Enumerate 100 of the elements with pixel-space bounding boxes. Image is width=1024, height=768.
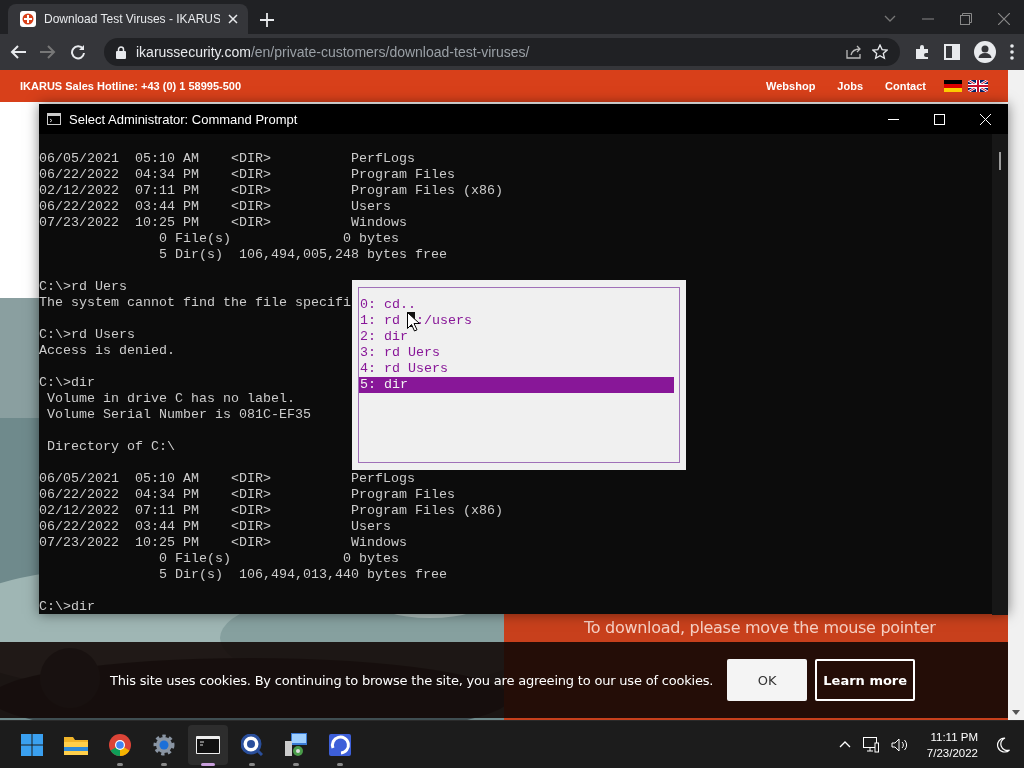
maximize-icon	[933, 113, 945, 125]
scroll-down-icon	[1012, 710, 1020, 715]
arc-icon	[329, 733, 351, 756]
reload-button[interactable]	[70, 44, 86, 60]
chevron-up-icon	[838, 741, 851, 748]
close-tab-button[interactable]	[228, 14, 238, 24]
scrollbar[interactable]	[992, 134, 1008, 615]
browser-tab[interactable]: Download Test Viruses - IKARUS	[8, 4, 248, 34]
console-line: C:\>dir	[39, 599, 95, 615]
clock[interactable]: 11:11 PM 7/23/2022	[920, 728, 984, 761]
taskbar-button[interactable]	[188, 724, 228, 765]
nav-link[interactable]: Jobs	[837, 80, 864, 92]
history-item[interactable]: 0: cd..	[359, 297, 674, 313]
console-line: 07/23/2022 10:25 PM <DIR> Windows	[39, 535, 407, 551]
windows-logo-icon	[21, 733, 43, 756]
address-bar[interactable]: ikarussecurity.com/en/private-customers/download-test-viruses/	[104, 38, 900, 66]
reload-icon	[70, 44, 86, 60]
menu-icon	[1010, 44, 1014, 60]
back-button[interactable]	[10, 45, 26, 59]
forward-arrow-icon	[40, 45, 56, 59]
magnifier-icon	[241, 733, 263, 756]
console-line: C:\>dir	[39, 375, 95, 391]
console-line: Access is denied.	[39, 343, 175, 359]
nav-link[interactable]: Webshop	[766, 80, 816, 92]
console-line: 06/05/2021 05:10 AM <DIR> PerfLogs	[39, 471, 415, 487]
plus-icon	[260, 13, 274, 27]
console-line: 06/22/2022 04:34 PM <DIR> Program Files	[39, 167, 455, 183]
monitor-icon	[862, 736, 879, 753]
restore-icon	[960, 13, 972, 25]
clock-time: 11:11 PM	[930, 729, 978, 745]
close-icon	[979, 113, 991, 125]
extensions-button[interactable]	[914, 44, 930, 60]
puzzle-icon	[914, 44, 930, 60]
history-item[interactable]: 5: dir	[359, 377, 674, 393]
history-item[interactable]: 2: dir	[359, 329, 674, 345]
console-line: 5 Dir(s) 106,494,005,248 bytes free	[157, 247, 447, 263]
person-icon	[974, 41, 996, 63]
console-line: 06/22/2022 03:44 PM <DIR> Users	[39, 199, 391, 215]
share-button[interactable]	[846, 45, 862, 59]
console-line: 0 File(s) 0 bytes	[157, 551, 399, 567]
profile-button[interactable]	[974, 41, 996, 63]
uk-flag-icon[interactable]	[968, 80, 988, 92]
close-icon	[228, 14, 238, 24]
hotline-text: IKARUS Sales Hotline: +43 (0) 1 58995-500	[20, 80, 242, 92]
notifications-button[interactable]	[996, 736, 1010, 753]
history-item[interactable]: 4: rd Users	[359, 361, 674, 377]
console-line: 02/12/2022 07:11 PM <DIR> Program Files (x86)	[39, 503, 503, 519]
terminal-icon	[196, 735, 220, 754]
panel-text: To download, please move the mouse pointer	[584, 618, 937, 637]
console-line: 06/22/2022 03:44 PM <DIR> Users	[39, 519, 391, 535]
close-window-button[interactable]	[998, 13, 1010, 25]
bookmark-button[interactable]	[872, 44, 888, 60]
forward-button[interactable]	[40, 45, 56, 59]
close-icon	[998, 13, 1010, 25]
nav-link[interactable]: Contact	[885, 80, 926, 92]
history-item[interactable]: 1: rd :/users	[359, 313, 674, 329]
restore-button[interactable]	[960, 13, 972, 25]
star-icon	[872, 44, 888, 60]
console-line: 07/23/2022 10:25 PM <DIR> Windows	[39, 215, 407, 231]
scrollbar-thumb[interactable]	[999, 152, 1001, 170]
computer-icon	[285, 732, 307, 757]
page-scrollbar[interactable]	[1008, 70, 1024, 720]
console-line: 06/22/2022 04:34 PM <DIR> Program Files	[39, 487, 455, 503]
minimize-icon	[922, 18, 934, 20]
speaker-icon	[890, 737, 909, 752]
console-icon	[47, 113, 61, 125]
console-line: C:\>rd Users	[39, 327, 135, 343]
minimize-icon	[887, 118, 899, 120]
network-button[interactable]	[862, 736, 879, 753]
shield-logo-icon	[20, 11, 36, 27]
url-text: ikarussecurity.com/en/private-customers/download-test-viruses/	[136, 44, 531, 60]
cookie-message: This site uses cookies. By continuing to browse the site, you are agreeing to our use of cookies.	[110, 672, 714, 688]
console-line: The system cannot find the file specifi	[39, 295, 351, 311]
new-tab-button[interactable]	[260, 13, 274, 27]
menu-button[interactable]	[1010, 44, 1014, 60]
clock-date: 7/23/2022	[926, 745, 978, 761]
tab-search-button[interactable]	[884, 15, 896, 23]
browser-icon	[109, 733, 131, 756]
window-title: Select Administrator: Command Prompt	[69, 111, 299, 127]
lock-icon	[116, 45, 126, 59]
console-line: 0 File(s) 0 bytes	[157, 231, 399, 247]
history-item[interactable]: 3: rd Uers	[359, 345, 674, 361]
ok-button[interactable]: OK	[727, 659, 808, 701]
gear-icon	[153, 733, 175, 756]
folder-icon	[64, 734, 88, 755]
mouse-pointer-icon	[407, 312, 420, 332]
moon-icon	[996, 736, 1010, 753]
share-icon	[846, 45, 862, 59]
console-line: 02/12/2022 07:11 PM <DIR> Program Files (x86)	[39, 183, 503, 199]
side-panel-button[interactable]	[944, 44, 960, 60]
back-arrow-icon	[10, 45, 26, 59]
console-line: Directory of C:\	[46, 439, 175, 455]
console-line: 5 Dir(s) 106,494,013,440 bytes free	[157, 567, 447, 583]
learn-more-button[interactable]: Learn more	[815, 659, 916, 701]
side-panel-icon	[944, 44, 960, 60]
volume-button[interactable]	[890, 737, 909, 752]
console-line: Volume Serial Number is 081C-EF35	[46, 407, 311, 423]
german-flag-icon[interactable]	[944, 80, 962, 92]
console-line: Volume in drive C has no label.	[46, 391, 295, 407]
show-hidden-icons-button[interactable]	[838, 741, 851, 748]
